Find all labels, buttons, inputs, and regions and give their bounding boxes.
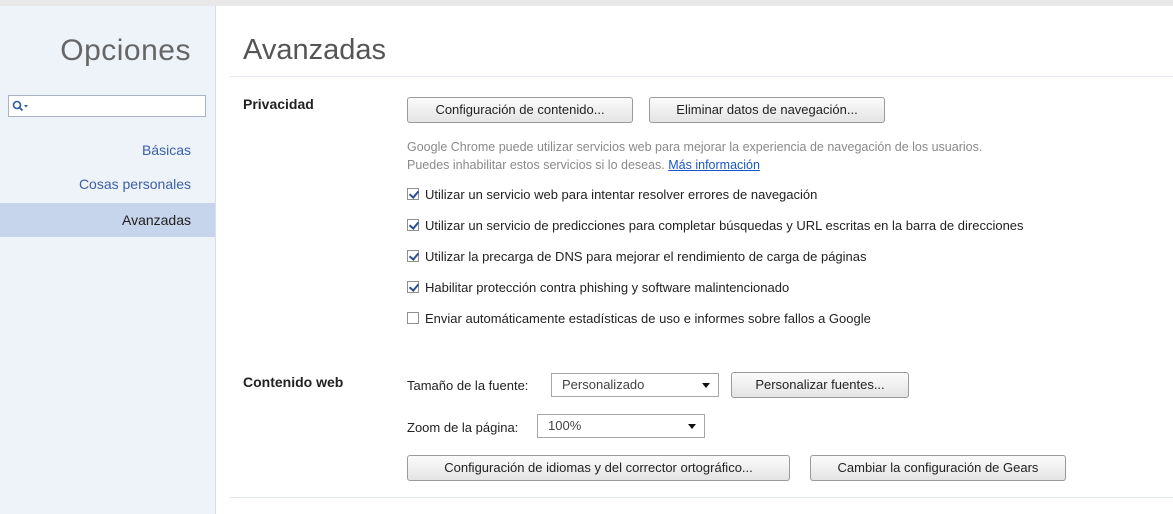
- chevron-down-icon: [702, 383, 710, 388]
- font-size-value: Personalizado: [562, 377, 645, 392]
- option-label: Enviar automáticamente estadísticas de u…: [425, 310, 871, 326]
- option-resolve-nav-errors[interactable]: Utilizar un servicio web para intentar r…: [407, 184, 817, 204]
- section-label-privacy: Privacidad: [243, 96, 314, 112]
- languages-spellcheck-button[interactable]: Configuración de idiomas y del corrector…: [407, 455, 790, 481]
- search-icon: [12, 100, 28, 112]
- privacy-description-line2: Puedes inhabilitar estos servicios si lo…: [407, 158, 665, 172]
- checkbox-checked[interactable]: [407, 188, 419, 200]
- chevron-down-icon: [688, 424, 696, 429]
- more-info-link[interactable]: Más información: [668, 158, 760, 172]
- zoom-value: 100%: [548, 418, 582, 433]
- zoom-select[interactable]: 100%: [537, 414, 705, 438]
- page-title: Avanzadas: [243, 34, 386, 66]
- option-label: Utilizar un servicio web para intentar r…: [425, 186, 818, 202]
- sidebar-item-cosas-personales[interactable]: Cosas personales: [0, 167, 215, 201]
- option-phishing-protection[interactable]: Habilitar protección contra phishing y s…: [407, 277, 789, 297]
- sidebar: Opciones Básicas Cosas personales Avanza…: [0, 6, 216, 514]
- option-label: Utilizar la precarga de DNS para mejorar…: [425, 248, 867, 264]
- section-label-web-content: Contenido web: [243, 374, 344, 390]
- sidebar-item-avanzadas[interactable]: Avanzadas: [0, 203, 215, 237]
- search-input[interactable]: [31, 98, 205, 116]
- privacy-description-line1: Google Chrome puede utilizar servicios w…: [407, 140, 983, 154]
- checkbox-checked[interactable]: [407, 281, 419, 293]
- font-size-label: Tamaño de la fuente:: [407, 378, 529, 393]
- customize-fonts-button[interactable]: Personalizar fuentes...: [731, 372, 909, 398]
- sidebar-title: Opciones: [60, 34, 191, 67]
- option-label: Utilizar un servicio de predicciones par…: [425, 217, 1024, 233]
- checkbox-unchecked[interactable]: [407, 312, 419, 324]
- zoom-label: Zoom de la página:: [407, 420, 519, 435]
- bottom-divider: [230, 497, 1173, 498]
- option-predictions[interactable]: Utilizar un servicio de predicciones par…: [407, 215, 1024, 235]
- gears-settings-button[interactable]: Cambiar la configuración de Gears: [810, 455, 1066, 481]
- font-size-select[interactable]: Personalizado: [551, 373, 719, 397]
- sidebar-item-basicas[interactable]: Básicas: [0, 133, 215, 167]
- title-divider: [230, 76, 1173, 77]
- option-label: Habilitar protección contra phishing y s…: [425, 279, 790, 295]
- checkbox-checked[interactable]: [407, 219, 419, 231]
- search-box[interactable]: [8, 95, 206, 117]
- content-settings-button[interactable]: Configuración de contenido...: [407, 97, 633, 123]
- checkbox-checked[interactable]: [407, 250, 419, 262]
- privacy-description: Google Chrome puede utilizar servicios w…: [407, 138, 1127, 174]
- option-usage-stats[interactable]: Enviar automáticamente estadísticas de u…: [407, 308, 871, 328]
- option-dns-prefetch[interactable]: Utilizar la precarga de DNS para mejorar…: [407, 246, 867, 266]
- clear-browsing-data-button[interactable]: Eliminar datos de navegación...: [649, 97, 885, 123]
